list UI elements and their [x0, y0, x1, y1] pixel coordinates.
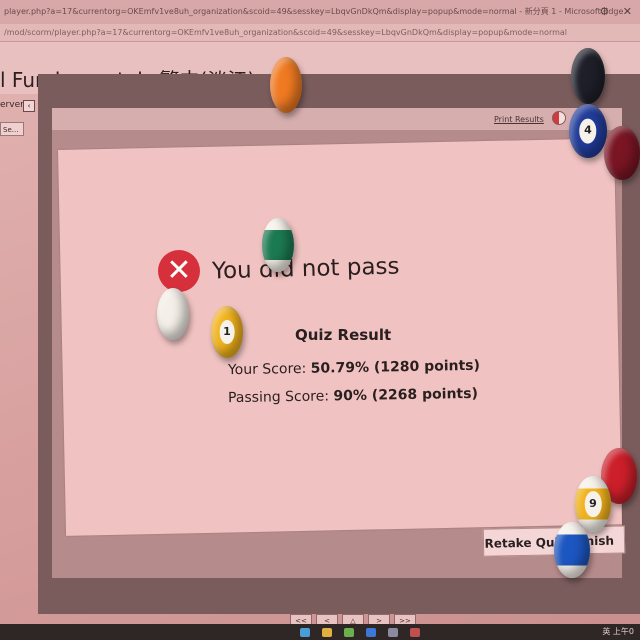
sidebar-label: erver — [0, 100, 24, 110]
close-icon[interactable]: ✕ — [623, 5, 632, 18]
browser-title-bar: player.php?a=17&currentorg=OKEmfv1ve8uh_… — [0, 0, 640, 24]
taskbar-app-icon[interactable] — [366, 628, 376, 637]
taskbar-app-icon[interactable] — [300, 628, 310, 637]
address-bar[interactable]: /mod/scorm/player.php?a=17&currentorg=OK… — [0, 24, 640, 42]
sidebar-toggle-button[interactable]: ‹ — [23, 100, 35, 112]
quiz-result-label: Quiz Result — [295, 326, 392, 344]
address-text: /mod/scorm/player.php?a=17&currentorg=OK… — [4, 28, 568, 37]
taskbar-app-icon[interactable] — [410, 628, 420, 637]
taskbar-app-icon[interactable] — [344, 628, 354, 637]
billiard-ball-icon — [571, 48, 605, 104]
taskbar-app-icon[interactable] — [388, 628, 398, 637]
sidebar-select-button[interactable]: Se... — [0, 122, 24, 136]
result-heading: You did not pass — [211, 253, 400, 285]
ball-number: 1 — [219, 320, 235, 344]
billiard-ball-icon — [604, 126, 640, 180]
your-score-value: 50.79% (1280 points) — [310, 357, 481, 377]
billiard-ball-icon: 1 — [211, 306, 243, 358]
window-title: player.php?a=17&currentorg=OKEmfv1ve8uh_… — [4, 7, 624, 16]
window-controls: ⚙ ✕ — [589, 0, 632, 24]
ball-number: 4 — [579, 118, 597, 144]
your-score-label: Your Score: — [227, 360, 311, 379]
billiard-ball-icon — [554, 522, 590, 578]
billiard-ball-icon — [262, 218, 294, 272]
slide-pager: << < △ > >> — [290, 608, 420, 628]
taskbar-app-icon[interactable] — [322, 628, 332, 637]
toggle-icon[interactable] — [552, 111, 566, 125]
billiard-ball-icon — [157, 288, 189, 340]
print-results-link[interactable]: Print Results — [494, 115, 544, 124]
system-tray: 英 上午0 — [602, 627, 634, 636]
billiard-ball-icon — [270, 57, 302, 113]
billiard-ball-icon: 4 — [569, 104, 607, 158]
billiard-ball-icon: 9 — [575, 476, 611, 532]
taskbar — [0, 624, 640, 640]
ball-number: 9 — [584, 491, 602, 517]
settings-icon[interactable]: ⚙ — [599, 5, 609, 18]
passing-score-label: Passing Score: — [227, 388, 334, 407]
passing-score-value: 90% (2268 points) — [333, 385, 479, 405]
fail-x-icon: ✕ — [158, 250, 200, 292]
